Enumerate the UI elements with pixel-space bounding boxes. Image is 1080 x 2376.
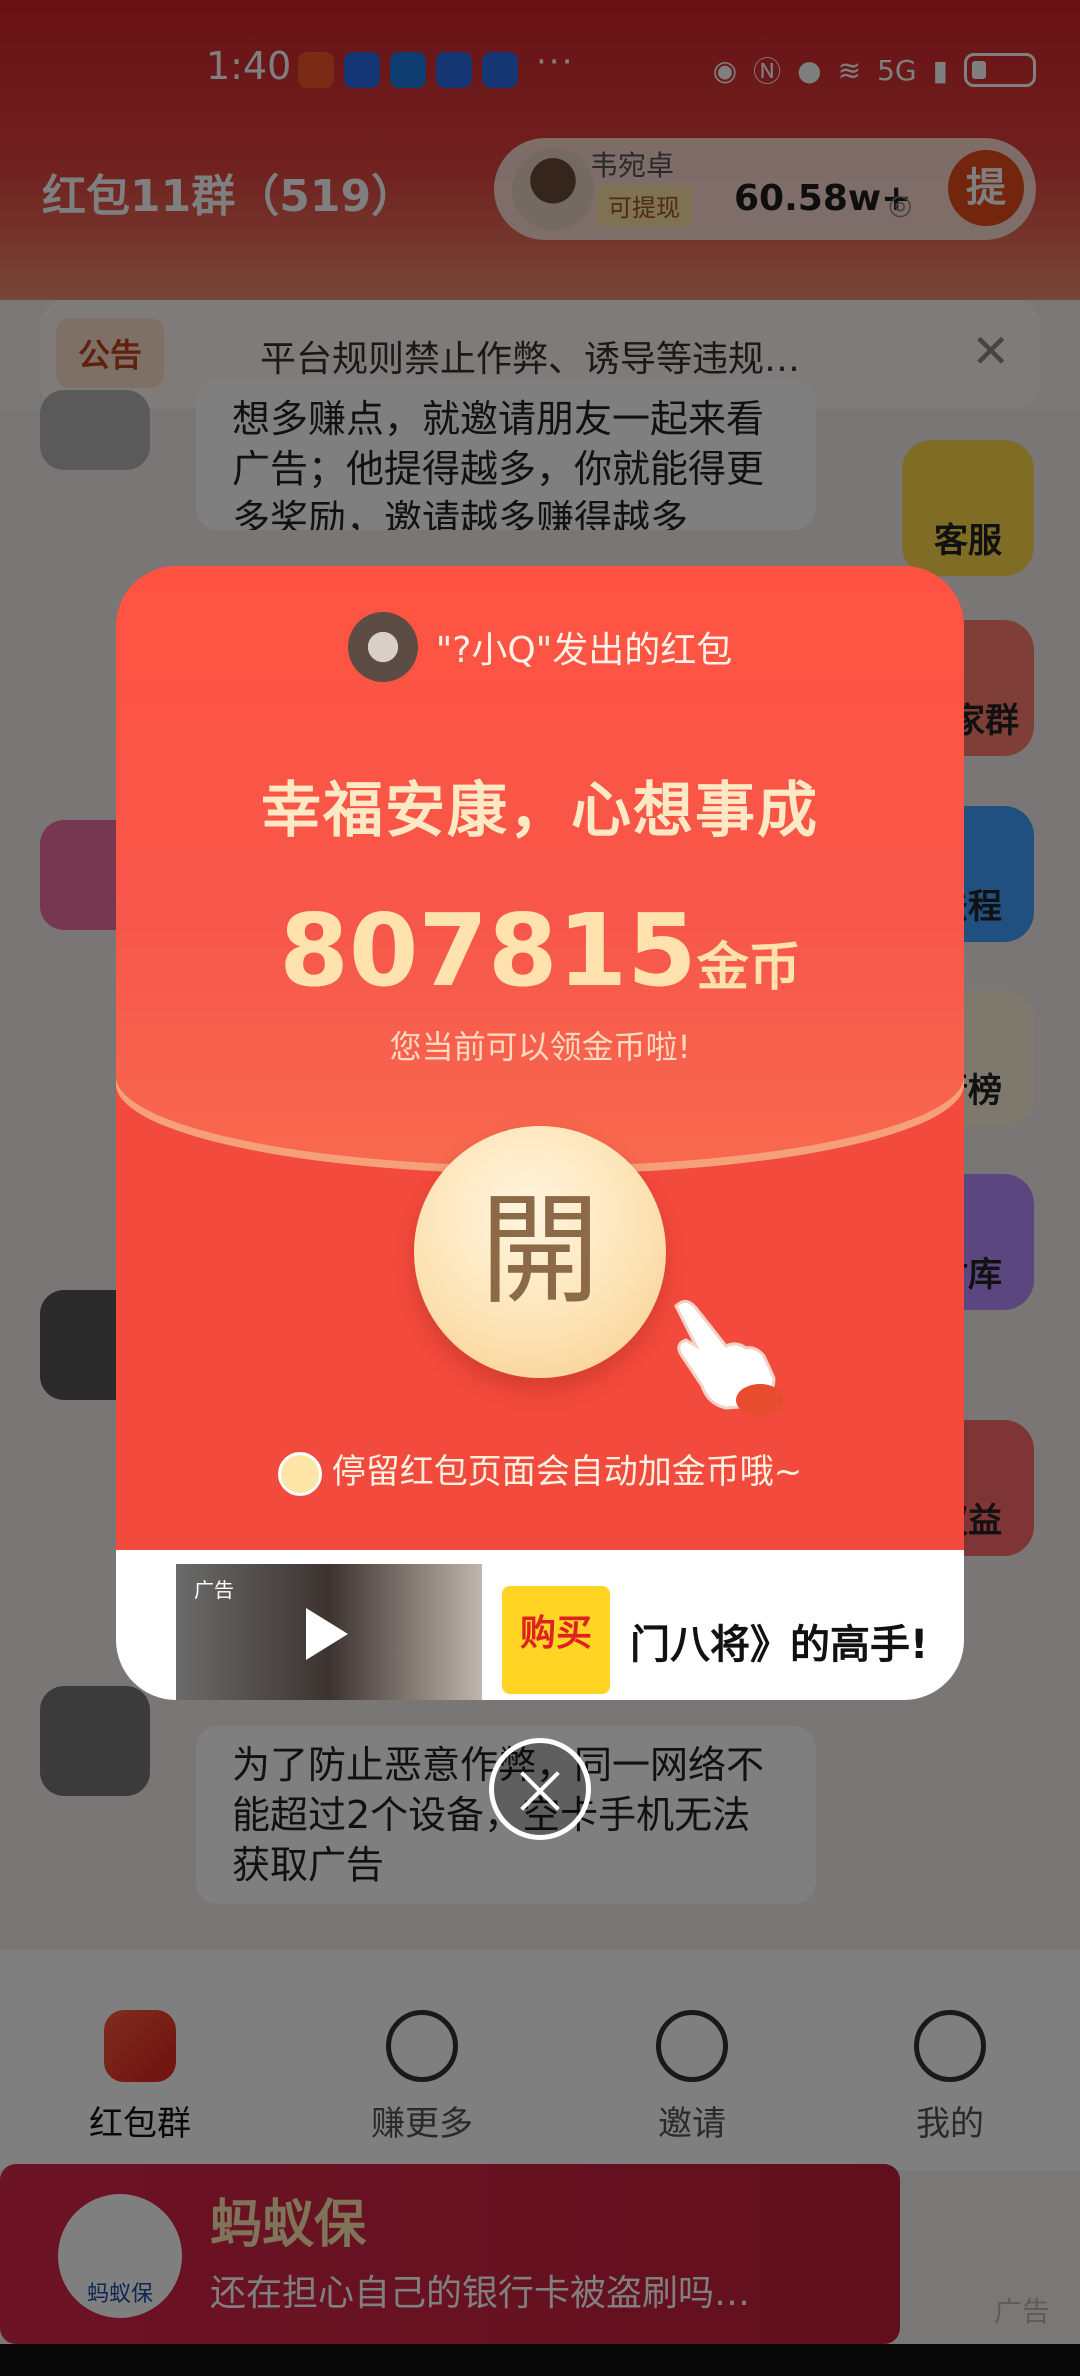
ad-headline: 门八将》的高手! (630, 1622, 929, 1668)
close-modal-button[interactable] (489, 1738, 591, 1840)
red-packet-modal: "?小Q"发出的红包 幸福安康，心想事成 807815金币 您当前可以领金币啦!… (116, 566, 964, 1700)
auto-coin-tip: 停留红包页面会自动加金币哦~ (116, 1444, 964, 1496)
coin-amount: 807815金币 (116, 892, 964, 1009)
amount-value: 807815 (279, 892, 697, 1009)
claim-tip: 您当前可以领金币啦! (389, 1028, 691, 1066)
sender-avatar (347, 612, 418, 682)
amount-unit: 金币 (696, 938, 801, 998)
blessing-text: 幸福安康，心想事成 (261, 776, 819, 846)
sender-row: "?小Q"发出的红包 (116, 612, 964, 682)
play-icon (306, 1608, 348, 1660)
auto-coin-tip-text: 停留红包页面会自动加金币哦~ (331, 1452, 803, 1492)
ad-video-thumbnail[interactable]: 广告 (176, 1564, 482, 1700)
ad-label: 广告 (194, 1578, 234, 1602)
red-packet-top: "?小Q"发出的红包 幸福安康，心想事成 807815金币 您当前可以领金币啦! (116, 566, 964, 1166)
coins-icon (277, 1451, 322, 1496)
pointing-hand-icon (674, 1300, 784, 1416)
sender-text: "?小Q"发出的红包 (435, 630, 733, 671)
red-packet-ad[interactable]: 广告 购买 门八将》的高手! (116, 1550, 964, 1700)
open-red-packet-button[interactable]: 開 (414, 1126, 666, 1378)
ad-buy-badge[interactable]: 购买 (502, 1586, 610, 1694)
